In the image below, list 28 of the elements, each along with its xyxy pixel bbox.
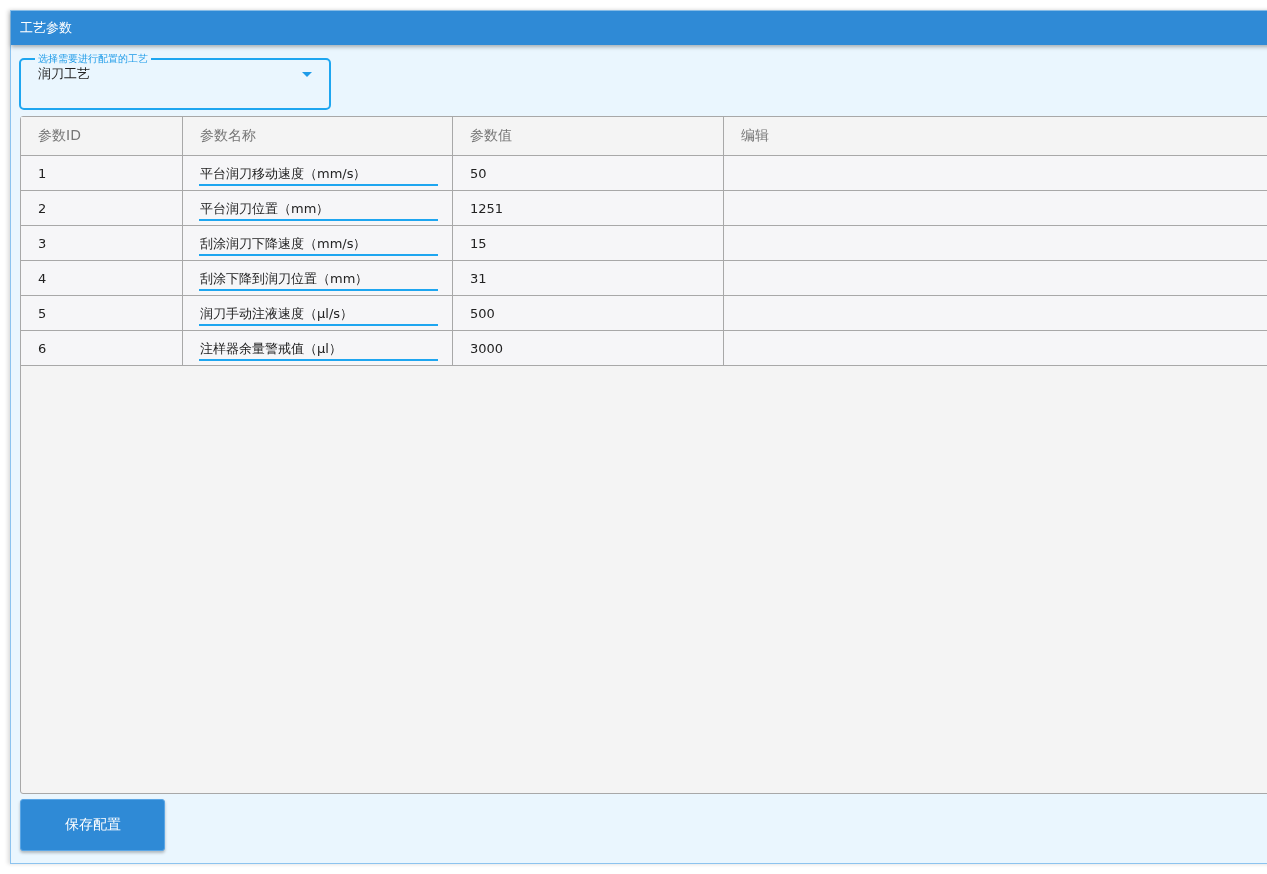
table-cell: 5 (21, 296, 183, 330)
dropdown-value: 润刀工艺 (38, 65, 90, 83)
table-cell: 6 (21, 331, 183, 365)
table-cell: 15 (453, 226, 724, 260)
column-header: 参数名称 (183, 117, 453, 155)
table-cell: 3 (21, 226, 183, 260)
table-cell: 31 (453, 261, 724, 295)
table-cell: 2 (21, 191, 183, 225)
table-cell: 1251 (453, 191, 724, 225)
name-field[interactable]: 注样器余量警戒值（μl） (199, 335, 438, 361)
window-title: 工艺参数 (20, 19, 72, 37)
name-field[interactable]: 平台润刀移动速度（mm/s） (199, 160, 438, 186)
column-header: 参数值 (453, 117, 724, 155)
process-dropdown[interactable]: 选择需要进行配置的工艺 润刀工艺 (19, 53, 331, 110)
name-field[interactable]: 润刀手动注液速度（μl/s） (199, 300, 438, 326)
table-cell: 50 (453, 156, 724, 190)
table-cell: 4 (21, 261, 183, 295)
table-cell: 500 (453, 296, 724, 330)
name-field[interactable]: 刮涂润刀下降速度（mm/s） (199, 230, 438, 256)
column-header: 参数ID (21, 117, 183, 155)
dropdown-label: 选择需要进行配置的工艺 (37, 53, 149, 65)
caret-icon (302, 71, 312, 77)
table-cell: 3000 (453, 331, 724, 365)
name-field[interactable]: 平台润刀位置（mm） (199, 195, 438, 221)
column-header: 编辑 (740, 126, 770, 145)
table-cell: 1 (21, 156, 183, 190)
save-button[interactable]: 保存配置 (20, 799, 165, 851)
name-field[interactable]: 刮涂下降到润刀位置（mm） (199, 265, 438, 291)
